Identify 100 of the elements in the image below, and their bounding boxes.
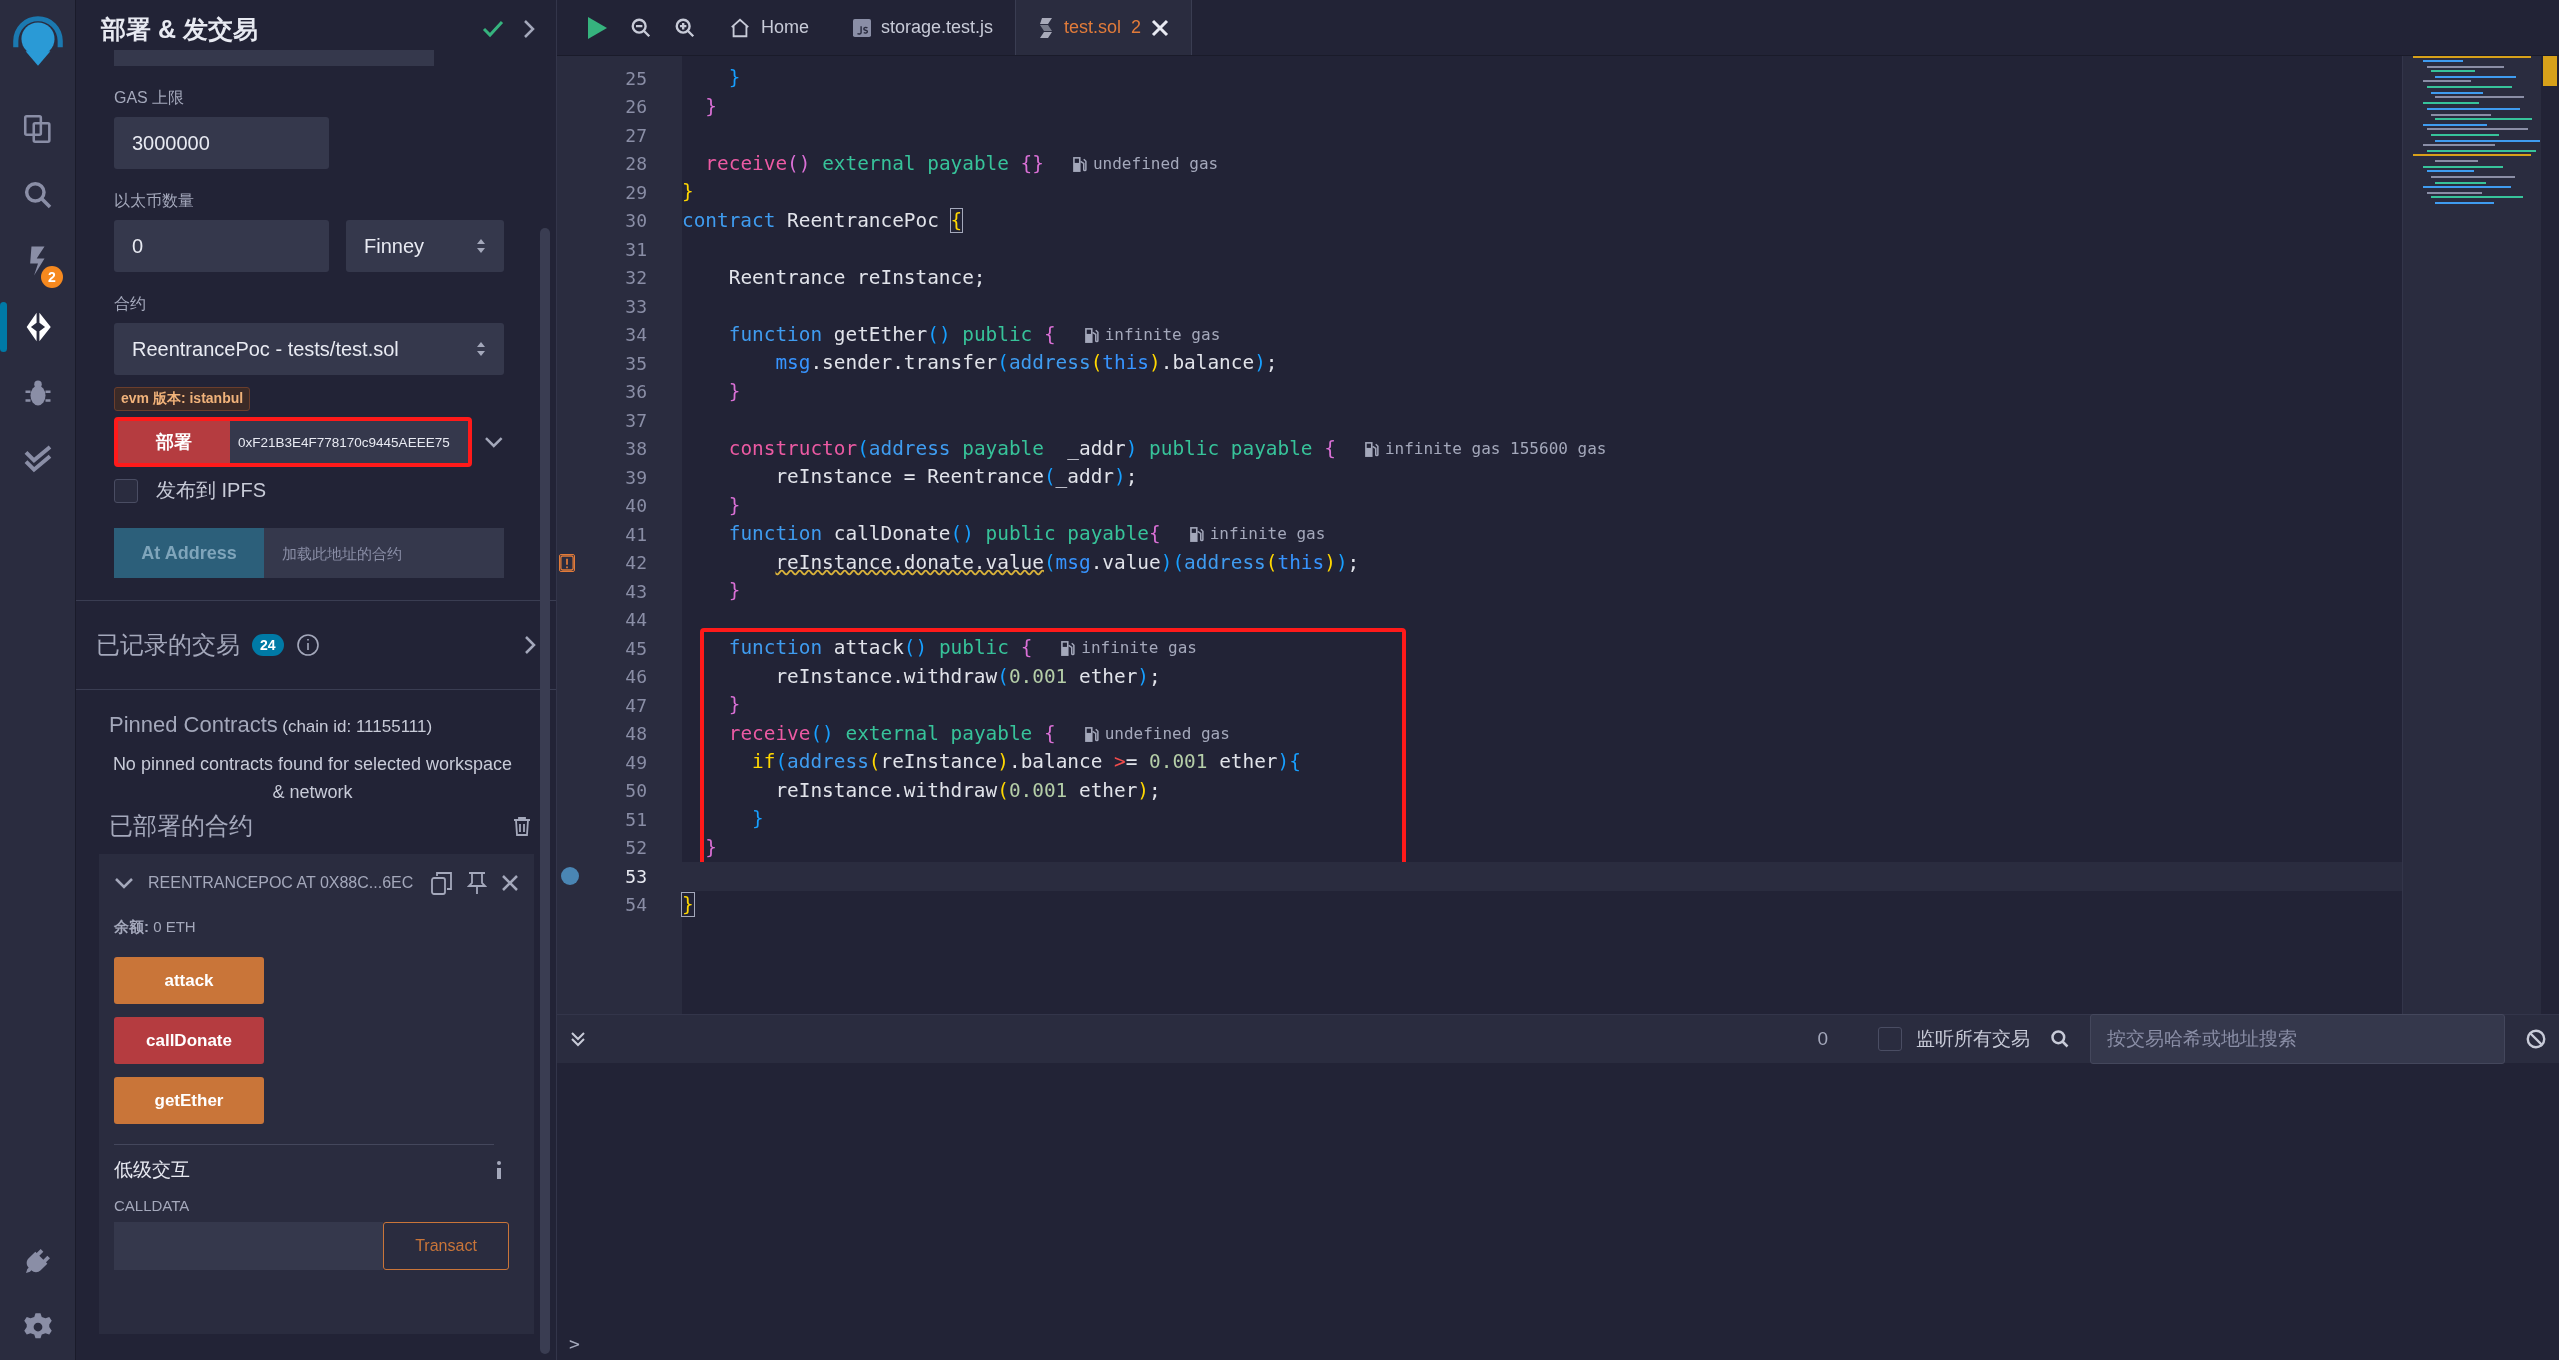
address-input[interactable]: 加载此地址的合约 <box>264 528 504 578</box>
code-token: ) <box>1277 750 1290 773</box>
line-number: 35 <box>624 352 647 374</box>
value-field[interactable]: 0 <box>114 220 329 272</box>
contract-name[interactable]: REENTRANCEPOC AT 0X88C...6EC <box>148 874 417 892</box>
count-badge: 2 <box>41 266 63 288</box>
code-token: external payable <box>822 151 1010 175</box>
gas-estimate: undefined gas <box>1092 152 1219 175</box>
code-token: () <box>950 522 974 545</box>
copy-icon[interactable] <box>431 871 453 895</box>
editor-tab[interactable]: Home <box>707 0 831 55</box>
code-token: payable <box>962 436 1045 460</box>
gas-estimate: undefined gas <box>1104 722 1230 745</box>
code-token: reInstance.withdraw <box>775 778 998 802</box>
code-token: public payable <box>985 522 1150 545</box>
clear-icon[interactable] <box>2525 1028 2547 1050</box>
chevron-down-icon[interactable] <box>484 436 504 448</box>
code-token: receive <box>728 721 811 745</box>
code-token: address <box>1008 351 1091 374</box>
chevron-right-icon[interactable] <box>524 635 536 655</box>
line-number: 51 <box>624 808 647 830</box>
code-token: () <box>787 151 811 175</box>
code-token: .balance <box>1008 750 1104 773</box>
section-title[interactable]: 已记录的交易 <box>96 629 240 661</box>
code-token: ) <box>1114 465 1126 488</box>
line-number: 33 <box>624 295 647 317</box>
line-number: 40 <box>624 495 647 517</box>
code-token: } <box>728 693 741 716</box>
play-icon[interactable] <box>586 15 608 40</box>
code-token: ) <box>1137 664 1150 688</box>
line-number: 37 <box>624 409 647 431</box>
collapse-icon[interactable] <box>569 1030 587 1048</box>
code-token: _addr <box>1067 436 1126 460</box>
editor-tab[interactable]: test.sol 2 <box>1015 0 1193 55</box>
code-token: { <box>950 208 963 232</box>
code-token: Reentrance reInstance; <box>728 265 986 289</box>
code-token: ( <box>997 778 1009 802</box>
code-token: } <box>728 493 741 517</box>
search-icon[interactable] <box>2050 1029 2070 1049</box>
trash-icon[interactable] <box>513 816 531 836</box>
line-number: 54 <box>624 894 647 916</box>
function-button[interactable]: attack <box>114 957 264 1004</box>
code-token: function <box>728 522 823 545</box>
line-number: 42 <box>624 552 647 574</box>
code-token: () <box>810 721 834 745</box>
tab-label: Home <box>761 17 809 38</box>
zoom-out-icon[interactable] <box>630 16 652 39</box>
code-token: ( <box>997 664 1009 688</box>
code-token: if <box>752 750 776 773</box>
transact-button[interactable]: Transact <box>383 1222 509 1270</box>
editor-tab[interactable]: storage.test.js <box>831 0 1016 55</box>
scrollbar-marker <box>2543 56 2557 86</box>
search-field[interactable]: 按交易哈希或地址搜索 <box>2090 1014 2505 1064</box>
code-token: ReentrancePoc <box>787 208 940 232</box>
zoom-in-icon[interactable] <box>674 16 696 39</box>
function-button[interactable]: getEther <box>114 1077 264 1124</box>
line-number: 34 <box>624 324 647 346</box>
info-icon[interactable] <box>495 1160 503 1180</box>
code-token: ) <box>1125 436 1138 460</box>
line-number: 50 <box>624 780 647 802</box>
contract-select[interactable]: ReentrancePoc - tests/test.sol <box>114 323 504 375</box>
deploy-button[interactable]: 部署 <box>118 421 230 463</box>
gas-estimate: infinite gas 155600 gas <box>1384 437 1607 460</box>
code-token: msg <box>1055 550 1091 574</box>
line-number: 27 <box>624 124 647 146</box>
code-token: reInstance <box>880 750 998 773</box>
code-token: receive <box>705 151 788 175</box>
code-token: ) <box>1254 351 1266 374</box>
chevron-right-icon[interactable] <box>522 19 536 39</box>
close-icon[interactable] <box>501 874 519 892</box>
code-token: ether <box>1078 778 1138 802</box>
info-icon[interactable] <box>295 633 320 657</box>
code-token: } <box>728 579 741 602</box>
code-token: ; <box>1347 550 1360 574</box>
code-token: .sender.transfer <box>810 351 998 374</box>
checkbox[interactable] <box>114 478 138 503</box>
code-token: { <box>1044 322 1056 346</box>
code-token: _addr <box>1055 465 1114 488</box>
field-label: CALLDATA <box>114 1197 191 1214</box>
calldata-input[interactable] <box>114 1222 383 1270</box>
code-token: ( <box>857 436 869 460</box>
code-token: function <box>728 636 823 659</box>
problem-count: 2 <box>1131 17 1142 38</box>
section-title: 低级交互 <box>114 1158 190 1182</box>
code-token: this <box>1102 351 1150 374</box>
address-field[interactable]: 0xF21B3E4F778170c9445AEEE75 <box>230 421 469 463</box>
checkbox[interactable] <box>1878 1027 1902 1051</box>
fuel-pump-icon <box>1060 640 1076 657</box>
transaction-count: 0 <box>1817 1028 1828 1050</box>
pin-icon[interactable] <box>467 871 487 895</box>
code-token: } <box>728 66 741 89</box>
checkbox-label: 发布到 IPFS <box>156 478 266 503</box>
code-token: } <box>682 180 694 203</box>
code-token: {} <box>1020 151 1044 175</box>
line-number: 47 <box>624 694 647 716</box>
function-button[interactable]: callDonate <box>114 1017 264 1064</box>
unit-select[interactable]: Finney <box>346 220 504 272</box>
scrollbar[interactable] <box>540 228 550 1354</box>
gas-limit-field[interactable]: 3000000 <box>114 117 329 169</box>
code-token: reInstance.donate.value <box>775 550 1044 574</box>
